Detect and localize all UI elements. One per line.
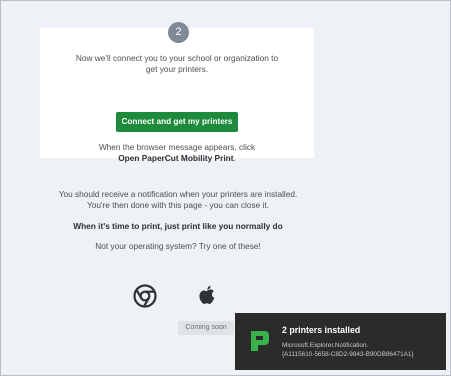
step-badge: 2 bbox=[168, 22, 189, 43]
browser-instructions: When the browser message appears, click … bbox=[40, 142, 314, 164]
chrome-icon[interactable] bbox=[133, 284, 157, 308]
notice-line-1: You should receive a notification when y… bbox=[58, 189, 298, 199]
print-like-normal-text: When it's time to print, just print like… bbox=[73, 221, 283, 231]
notice-line-2: You're then done with this page - you ca… bbox=[86, 200, 270, 210]
open-papercut-label: Open PaperCut Mobility Print bbox=[118, 153, 234, 163]
toast-title: 2 printers installed bbox=[282, 325, 361, 335]
apple-icon[interactable] bbox=[195, 283, 219, 307]
toast-id: {A1115610-5658-C8D2-9843-B90DB86471A1} bbox=[282, 351, 414, 358]
connect-card: Now we'll connect you to your school or … bbox=[40, 28, 314, 163]
card-intro-text: Now we'll connect you to your school or … bbox=[40, 53, 314, 75]
coming-soon-badge: Coming soon bbox=[178, 321, 234, 335]
browser-instructions-line-2: Open PaperCut Mobility Print. bbox=[40, 153, 314, 164]
connect-button[interactable]: Connect and get my printers bbox=[116, 112, 238, 132]
card-intro-line-1: Now we'll connect you to your school or … bbox=[75, 53, 279, 63]
papercut-logo-icon bbox=[249, 329, 271, 353]
browser-period: . bbox=[233, 153, 236, 163]
card-intro-line-2: get your printers. bbox=[145, 64, 209, 74]
notification-notice: You should receive a notification when y… bbox=[0, 189, 356, 211]
browser-instructions-line-1: When the browser message appears, click bbox=[98, 142, 256, 152]
not-your-os-text: Not your operating system? Try one of th… bbox=[95, 241, 261, 251]
windows-notification-toast[interactable]: 2 printers installed Microsoft.Explorer.… bbox=[235, 313, 446, 370]
toast-source: Microsoft.Explorer.Notification. bbox=[282, 342, 369, 349]
